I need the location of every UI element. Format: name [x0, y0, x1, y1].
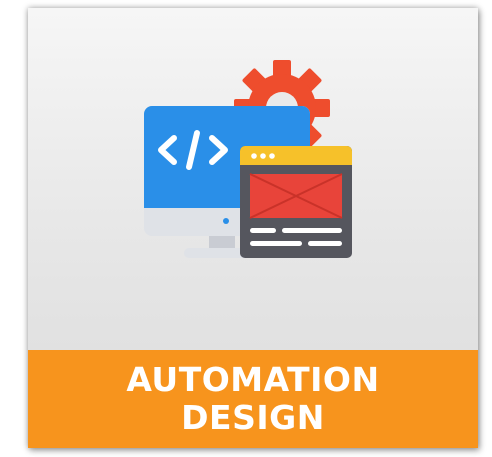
automation-design-icon: [144, 60, 352, 258]
tile-label: AUTOMATION DESIGN: [28, 350, 478, 448]
tile-title-line-2: DESIGN: [181, 398, 325, 437]
automation-design-illustration: [28, 8, 478, 348]
browser-window-icon: [240, 146, 352, 258]
tile-title-line-1: AUTOMATION: [126, 360, 380, 399]
automation-design-tile[interactable]: AUTOMATION DESIGN: [28, 8, 478, 448]
